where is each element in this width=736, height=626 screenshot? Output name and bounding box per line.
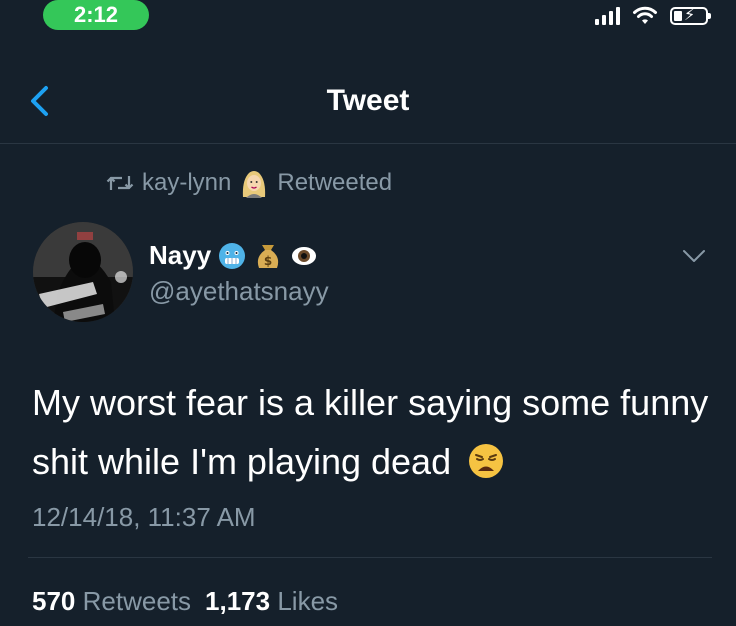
stats-divider <box>28 557 712 558</box>
page-title: Tweet <box>326 84 410 117</box>
likes-stat[interactable]: 1,173 Likes <box>205 586 338 617</box>
status-bar: 2:12 ⚡ <box>0 0 736 40</box>
author-name-text[interactable]: Nayy <box>149 240 211 271</box>
cold-face-emoji <box>219 242 246 269</box>
tweet-text: My worst fear is a killer saying some fu… <box>32 373 712 491</box>
status-icons: ⚡ <box>595 6 711 26</box>
money-bag-emoji: $ <box>258 244 279 268</box>
tweet-timestamp: 12/14/18, 11:37 AM <box>32 502 256 532</box>
likes-count: 1,173 <box>205 586 271 616</box>
retweets-label: Retweets <box>82 586 192 616</box>
retweet-icon <box>106 176 134 190</box>
weary-face-emoji <box>469 444 504 478</box>
retweeter-name[interactable]: kay-lynn <box>142 169 231 197</box>
avatar[interactable] <box>33 222 133 322</box>
cellular-signal-icon <box>595 7 620 25</box>
retweets-count: 570 <box>32 586 76 616</box>
battery-icon: ⚡ <box>670 7 711 25</box>
nav-divider <box>0 143 736 144</box>
svg-text:$: $ <box>264 254 272 268</box>
wifi-icon <box>633 6 657 24</box>
author-display-name[interactable]: Nayy $ <box>149 240 319 271</box>
retweets-stat[interactable]: 570 Retweets <box>32 586 191 617</box>
woman-emoji <box>243 171 266 198</box>
avatar-photo <box>33 222 133 322</box>
status-time: 2:12 <box>43 0 149 30</box>
retweeted-label: Retweeted <box>277 169 393 196</box>
likes-label: Likes <box>277 586 339 616</box>
eye-emoji <box>292 246 317 265</box>
author-handle[interactable]: @ayethatsnayy <box>149 276 329 307</box>
tweet-stats: 570 Retweets 1,173 Likes <box>32 586 338 617</box>
tweet-text-content: My worst fear is a killer saying some fu… <box>32 382 709 482</box>
retweet-context[interactable]: kay-lynn Retweeted <box>106 168 392 198</box>
chevron-down-icon[interactable] <box>681 247 707 265</box>
